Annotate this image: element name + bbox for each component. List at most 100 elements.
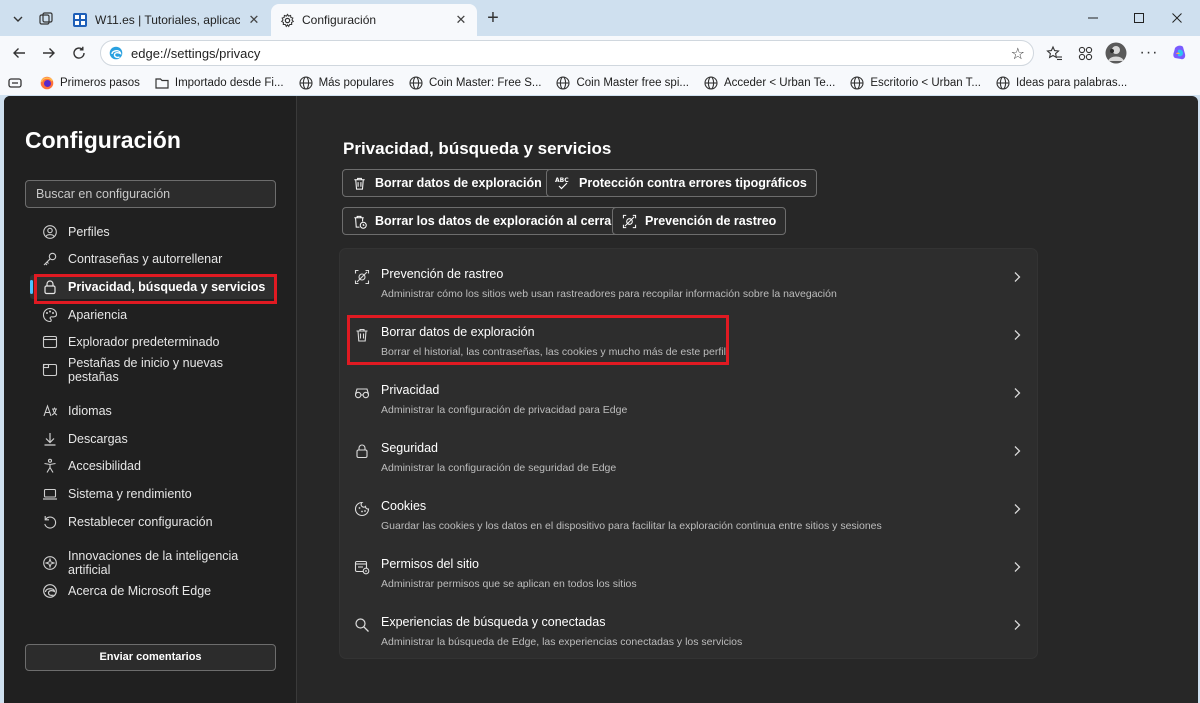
sidebar-item-innovaciones[interactable]: Innovaciones de la inteligencia artifici…: [30, 549, 275, 577]
favorite-item[interactable]: Coin Master: Free S...: [409, 75, 541, 90]
favorite-item[interactable]: Ideas para palabras...: [996, 75, 1127, 90]
favorite-label: Importado desde Fi...: [174, 76, 284, 89]
globe-icon: [299, 75, 313, 90]
forward-button[interactable]: [36, 40, 62, 66]
tab-title: Configuración: [302, 13, 377, 27]
tracking-icon: [354, 269, 370, 285]
favorite-item[interactable]: Importado desde Fi...: [155, 76, 284, 90]
favorites-menu-button[interactable]: [8, 76, 28, 90]
favorite-label: Primeros pasos: [60, 76, 140, 89]
quick-tracking-prevention-button[interactable]: Prevención de rastreo: [612, 207, 787, 235]
quick-button-label: Protección contra errores tipográficos: [579, 176, 807, 190]
tab-title: W11.es | Tutoriales, aplicaciones y: [95, 13, 240, 27]
sidebar-item-descargas[interactable]: Descargas: [30, 427, 275, 451]
close-icon[interactable]: ✕: [453, 12, 469, 28]
firefox-icon: [40, 76, 54, 90]
chevron-down-icon: [13, 16, 23, 22]
window-close-button[interactable]: [1154, 4, 1200, 32]
row-description: Administrar permisos que se aplican en t…: [381, 578, 637, 590]
quick-clear-browsing-data-button[interactable]: Borrar datos de exploración: [342, 169, 552, 197]
globe-icon: [996, 75, 1010, 90]
row-description: Administrar la búsqueda de Edge, las exp…: [381, 636, 743, 648]
row-description: Guardar las cookies y los datos en el di…: [381, 520, 882, 532]
quick-clear-on-close-button[interactable]: Borrar los datos de exploración al cerra…: [342, 207, 627, 235]
download-icon: [42, 431, 58, 447]
new-tab-button[interactable]: +: [482, 8, 504, 30]
minimize-button[interactable]: [1070, 4, 1116, 32]
row-seguridad[interactable]: Seguridad Administrar la configuración d…: [340, 428, 1039, 486]
sidebar-item-pestanas[interactable]: Pestañas de inicio y nuevas pestañas: [30, 356, 275, 384]
sidebar-item-accesibilidad[interactable]: Accesibilidad: [30, 454, 275, 478]
refresh-button[interactable]: [66, 40, 92, 66]
favorite-item[interactable]: Primeros pasos: [40, 76, 140, 90]
address-bar[interactable]: edge://settings/privacy ☆: [100, 40, 1034, 66]
workspaces-icon: [39, 12, 53, 25]
trash-clock-icon: [351, 213, 367, 229]
sidebar-item-restablecer[interactable]: Restablecer configuración: [30, 510, 275, 534]
settings-card: Prevención de rastreo Administrar cómo l…: [339, 248, 1038, 659]
tab-configuracion[interactable]: Configuración ✕: [271, 4, 477, 36]
sidebar-item-label: Acerca de Microsoft Edge: [68, 584, 212, 598]
sidebar-item-perfiles[interactable]: Perfiles: [30, 220, 275, 244]
row-experiencias-busqueda[interactable]: Experiencias de búsqueda y conectadas Ad…: [340, 602, 1039, 660]
spellcheck-icon: ABC: [555, 175, 571, 191]
tab-actions-menu-button[interactable]: [6, 7, 30, 31]
settings-more-button[interactable]: ···: [1138, 42, 1160, 64]
sidebar-item-label: Descargas: [68, 432, 128, 446]
chevron-right-icon: [1011, 328, 1023, 342]
globe-icon: [704, 75, 718, 90]
browser-icon: [42, 334, 58, 350]
sidebar-item-explorador[interactable]: Explorador predeterminado: [30, 330, 275, 354]
favorite-label: Más populares: [318, 76, 394, 89]
sidebar-item-sistema[interactable]: Sistema y rendimiento: [30, 482, 275, 506]
profile-avatar[interactable]: [1104, 42, 1128, 64]
row-permisos-sitio[interactable]: Permisos del sitio Administrar permisos …: [340, 544, 1039, 602]
close-icon[interactable]: ✕: [246, 12, 262, 28]
cookie-icon: [354, 501, 370, 517]
row-title: Seguridad: [381, 441, 438, 455]
sidebar-item-acerca[interactable]: Acerca de Microsoft Edge: [30, 579, 275, 603]
chevron-right-icon: [1011, 560, 1023, 574]
favorite-item[interactable]: Escritorio < Urban T...: [850, 75, 981, 90]
sidebar-item-contrasenas[interactable]: Contraseñas y autorrellenar: [30, 247, 275, 271]
glasses-icon: [354, 385, 370, 401]
row-prevencion-rastreo[interactable]: Prevención de rastreo Administrar cómo l…: [340, 254, 1039, 312]
favorites-folder-icon: [8, 76, 22, 90]
globe-icon: [850, 75, 864, 90]
more-icon: ···: [1139, 44, 1159, 61]
laptop-icon: [42, 486, 58, 502]
row-cookies[interactable]: Cookies Guardar las cookies y los datos …: [340, 486, 1039, 544]
favorite-label: Escritorio < Urban T...: [870, 76, 981, 89]
folder-icon: [155, 76, 169, 90]
favorite-item[interactable]: Más populares: [299, 75, 394, 90]
favorite-item[interactable]: Acceder < Urban Te...: [704, 75, 835, 90]
favorite-star-icon[interactable]: ☆: [1011, 44, 1025, 64]
profile-icon: [42, 224, 58, 240]
row-privacidad[interactable]: Privacidad Administrar la configuración …: [340, 370, 1039, 428]
favorite-item[interactable]: Coin Master free spi...: [556, 75, 689, 90]
workspaces-button[interactable]: [34, 7, 58, 31]
sidebar-item-idiomas[interactable]: Idiomas: [30, 399, 275, 423]
accessibility-icon: [42, 458, 58, 474]
tab-w11[interactable]: W11.es | Tutoriales, aplicaciones y ✕: [64, 4, 270, 36]
favorites-icon: [1045, 45, 1062, 60]
row-title: Experiencias de búsqueda y conectadas: [381, 615, 606, 629]
language-icon: [42, 403, 58, 419]
quick-typo-protection-button[interactable]: ABC Protección contra errores tipográfic…: [546, 169, 817, 197]
quick-button-label: Prevención de rastreo: [645, 214, 777, 228]
globe-icon: [556, 75, 571, 90]
back-button[interactable]: [6, 40, 32, 66]
extensions-button[interactable]: [1074, 42, 1096, 64]
refresh-icon: [73, 46, 85, 59]
chevron-right-icon: [1011, 618, 1023, 632]
favorites-button[interactable]: [1043, 42, 1065, 64]
arrow-right-icon: [43, 48, 55, 58]
sidebar-title: Configuración: [25, 127, 181, 153]
search-input[interactable]: Buscar en configuración: [25, 180, 276, 208]
copilot-button[interactable]: [1169, 42, 1191, 64]
sidebar-item-apariencia[interactable]: Apariencia: [30, 303, 275, 327]
svg-text:ABC: ABC: [555, 177, 569, 184]
send-feedback-button[interactable]: Enviar comentarios: [25, 644, 276, 671]
edge-icon: [109, 46, 123, 60]
address-url: edge://settings/privacy: [131, 45, 261, 61]
